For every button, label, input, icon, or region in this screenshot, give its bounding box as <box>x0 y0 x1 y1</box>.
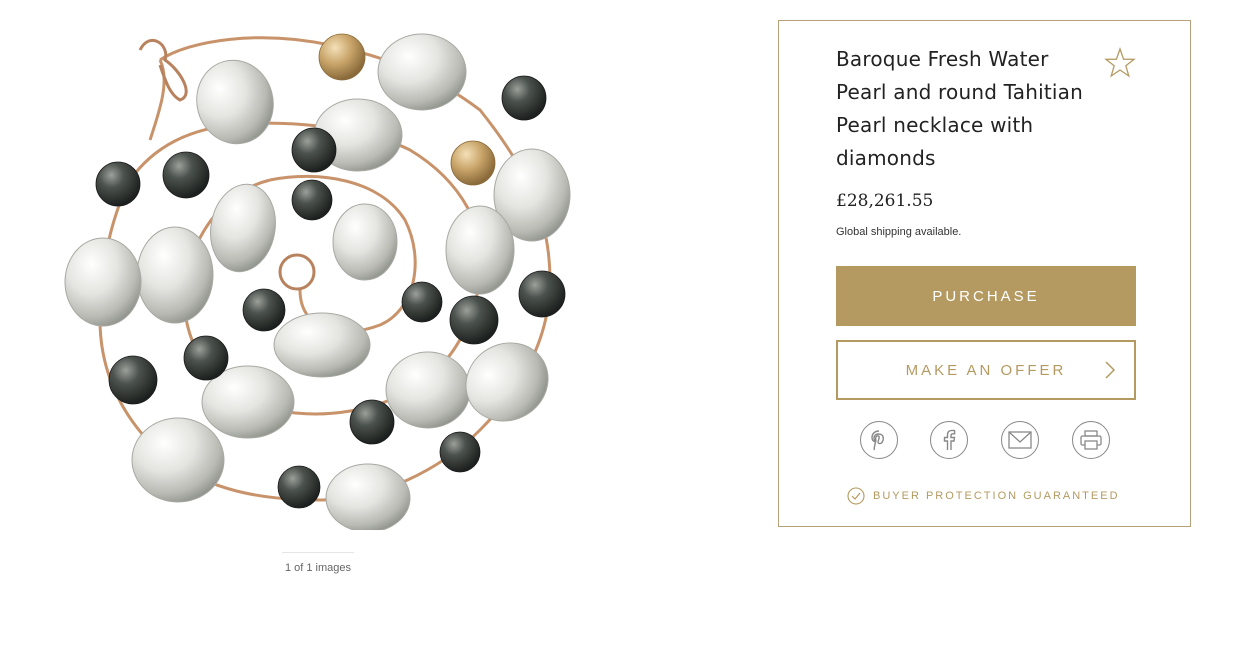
product-panel: Baroque Fresh Water Pearl and round Tahi… <box>778 20 1191 527</box>
check-circle-icon <box>847 487 865 505</box>
print-share-button[interactable] <box>1072 421 1110 459</box>
make-offer-button-label: MAKE AN OFFER <box>905 361 1067 379</box>
make-offer-button[interactable]: MAKE AN OFFER <box>836 340 1136 400</box>
facebook-share-button[interactable] <box>930 421 968 459</box>
pinterest-share-button[interactable] <box>860 421 898 459</box>
buyer-protection-label: BUYER PROTECTION GUARANTEED <box>873 490 1120 502</box>
gallery-divider <box>282 552 354 553</box>
shipping-note: Global shipping available. <box>836 226 962 238</box>
pinterest-icon <box>871 430 885 451</box>
print-icon <box>1080 430 1102 450</box>
product-price: £28,261.55 <box>836 191 934 211</box>
email-share-button[interactable] <box>1001 421 1039 459</box>
purchase-button-label: PURCHASE <box>932 287 1040 305</box>
product-image[interactable] <box>60 20 580 530</box>
chevron-right-icon <box>1105 361 1116 379</box>
favorite-star-icon[interactable] <box>1104 47 1136 79</box>
product-title: Baroque Fresh Water Pearl and round Tahi… <box>836 47 1083 170</box>
purchase-button[interactable]: PURCHASE <box>836 266 1136 326</box>
share-row <box>860 421 1120 461</box>
image-count: 1 of 1 images <box>284 562 352 574</box>
facebook-icon <box>943 429 956 450</box>
product-gallery: 1 of 1 images <box>40 20 600 580</box>
email-icon <box>1008 431 1032 449</box>
buyer-protection[interactable]: BUYER PROTECTION GUARANTEED <box>847 487 1120 505</box>
